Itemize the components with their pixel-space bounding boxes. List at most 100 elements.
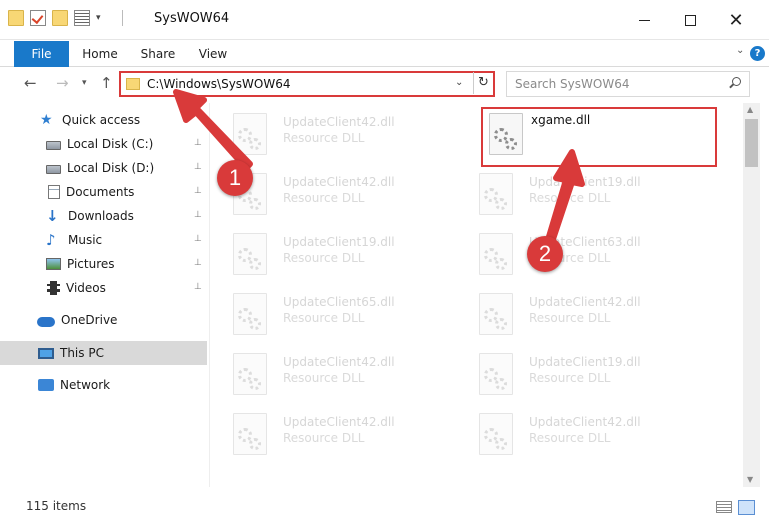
file-item[interactable]: UpdateClient42.dll Resource DLL <box>211 407 447 467</box>
dll-file-icon <box>233 113 267 155</box>
highlighted-file-item[interactable]: xgame.dll <box>481 107 717 167</box>
recent-locations-button[interactable]: ▾ <box>82 78 87 88</box>
file-name: UpdateClient65.dll <box>283 295 395 309</box>
sidebar-item-quick-access[interactable]: ★ Quick access <box>0 108 207 132</box>
file-item[interactable]: UpdateClient42.dll Resource DLL <box>211 107 447 167</box>
file-name: UpdateClient42.dll <box>283 115 395 129</box>
search-box[interactable]: Search SysWOW64 <box>506 71 750 97</box>
up-button[interactable]: ↑ <box>100 74 113 92</box>
close-button[interactable]: ✕ <box>713 0 759 40</box>
quick-access-toolbar: ▾ <box>8 10 123 26</box>
sidebar-item-pictures[interactable]: Pictures ⊥ <box>0 252 207 276</box>
search-input[interactable]: Search SysWOW64 <box>515 77 629 91</box>
vertical-scrollbar[interactable]: ▲ ▼ <box>743 103 760 487</box>
pin-icon[interactable]: ⊥ <box>194 234 202 244</box>
sidebar-item-label: Local Disk (D:) <box>67 161 155 175</box>
file-name: UpdateClient19.dll <box>283 235 395 249</box>
dll-file-icon <box>479 233 513 275</box>
sidebar-item-downloads[interactable]: ↓ Downloads ⊥ <box>0 204 207 228</box>
minimize-button[interactable] <box>621 0 667 40</box>
music-icon: ♪ <box>46 231 56 249</box>
pin-icon[interactable]: ⊥ <box>194 186 202 196</box>
sidebar-item-label: Pictures <box>67 257 115 271</box>
dll-file-icon <box>233 413 267 455</box>
file-item[interactable]: UpdateClient63.dll Resource DLL <box>457 227 693 287</box>
sidebar-item-label: Local Disk (C:) <box>67 137 154 151</box>
sidebar-item-label: OneDrive <box>61 313 118 327</box>
refresh-button[interactable]: ↻ <box>473 72 493 94</box>
pin-icon[interactable]: ⊥ <box>194 210 202 220</box>
sidebar-item-music[interactable]: ♪ Music ⊥ <box>0 228 207 252</box>
details-view-icon[interactable] <box>716 501 732 513</box>
large-icons-view-icon[interactable] <box>738 500 755 515</box>
pin-icon[interactable]: ⊥ <box>194 162 202 172</box>
drive-icon <box>46 141 61 150</box>
dll-file-icon <box>489 113 523 155</box>
file-item[interactable]: UpdateClient19.dll Resource DLL <box>457 167 693 227</box>
star-icon: ★ <box>40 112 53 128</box>
sidebar-item-label: Downloads <box>68 209 134 223</box>
properties-icon[interactable] <box>74 10 90 26</box>
tab-share[interactable]: Share <box>136 41 180 67</box>
navigation-pane: ★ Quick access Local Disk (C:) ⊥ Local D… <box>0 103 210 487</box>
title-separator <box>122 10 123 26</box>
scroll-up-icon[interactable]: ▲ <box>747 105 753 114</box>
address-path[interactable]: C:\Windows\SysWOW64 <box>147 77 291 91</box>
sidebar-item-videos[interactable]: Videos ⊥ <box>0 276 207 300</box>
sidebar-item-this-pc[interactable]: This PC <box>0 341 207 365</box>
file-type: Resource DLL <box>283 251 365 265</box>
close-icon: ✕ <box>728 9 744 31</box>
sidebar-item-label: Quick access <box>62 113 141 127</box>
pin-icon[interactable]: ⊥ <box>194 138 202 148</box>
dll-file-icon <box>479 173 513 215</box>
window-title: SysWOW64 <box>154 11 230 26</box>
dll-file-icon <box>479 413 513 455</box>
file-type: Resource DLL <box>529 191 611 205</box>
help-icon[interactable]: ? <box>750 46 765 61</box>
download-icon: ↓ <box>46 207 59 225</box>
status-bar: 115 items <box>0 490 769 529</box>
videos-icon <box>47 281 60 295</box>
tab-home[interactable]: Home <box>78 41 122 67</box>
forward-button[interactable]: → <box>56 74 69 92</box>
network-icon <box>38 379 54 391</box>
file-type: Resource DLL <box>283 431 365 445</box>
sidebar-item-label: Music <box>68 233 103 247</box>
scroll-down-icon[interactable]: ▼ <box>747 475 753 484</box>
documents-icon <box>48 185 60 199</box>
dll-file-icon <box>233 353 267 395</box>
file-type: Resource DLL <box>283 191 365 205</box>
maximize-button[interactable] <box>667 0 713 40</box>
file-item[interactable]: UpdateClient42.dll Resource DLL <box>457 287 693 347</box>
file-name: UpdateClient42.dll <box>283 175 395 189</box>
sidebar-item-local-disk-d[interactable]: Local Disk (D:) ⊥ <box>0 156 207 180</box>
tab-view[interactable]: View <box>192 41 234 67</box>
back-button[interactable]: ← <box>24 74 37 92</box>
file-item[interactable]: UpdateClient42.dll Resource DLL <box>457 407 693 467</box>
folder-icon <box>126 78 140 90</box>
pin-icon[interactable]: ⊥ <box>194 282 202 292</box>
properties-check-icon[interactable] <box>30 10 46 26</box>
chevron-down-icon[interactable]: ▾ <box>96 10 112 26</box>
new-folder-icon[interactable] <box>52 10 68 26</box>
folder-icon[interactable] <box>8 10 24 26</box>
file-list: UpdateClient42.dll Resource DLL UpdateCl… <box>211 103 743 487</box>
chevron-down-icon[interactable]: ⌄ <box>455 77 463 88</box>
file-item[interactable]: UpdateClient19.dll Resource DLL <box>457 347 693 407</box>
sidebar-item-onedrive[interactable]: OneDrive <box>0 308 207 332</box>
search-icon[interactable] <box>729 77 741 89</box>
cloud-icon <box>37 316 55 327</box>
file-item[interactable]: UpdateClient19.dll Resource DLL <box>211 227 447 287</box>
file-item[interactable]: UpdateClient42.dll Resource DLL <box>211 347 447 407</box>
address-bar[interactable]: C:\Windows\SysWOW64 ⌄ ↻ <box>119 71 495 97</box>
sidebar-item-network[interactable]: Network <box>0 373 207 397</box>
dll-file-icon <box>233 233 267 275</box>
scrollbar-thumb[interactable] <box>745 119 758 167</box>
file-name: UpdateClient42.dll <box>283 355 395 369</box>
step-1-badge: 1 <box>217 160 253 196</box>
sidebar-item-documents[interactable]: Documents ⊥ <box>0 180 207 204</box>
tab-file[interactable]: File <box>14 41 69 67</box>
file-item[interactable]: UpdateClient65.dll Resource DLL <box>211 287 447 347</box>
pin-icon[interactable]: ⊥ <box>194 258 202 268</box>
sidebar-item-local-disk-c[interactable]: Local Disk (C:) ⊥ <box>0 132 207 156</box>
